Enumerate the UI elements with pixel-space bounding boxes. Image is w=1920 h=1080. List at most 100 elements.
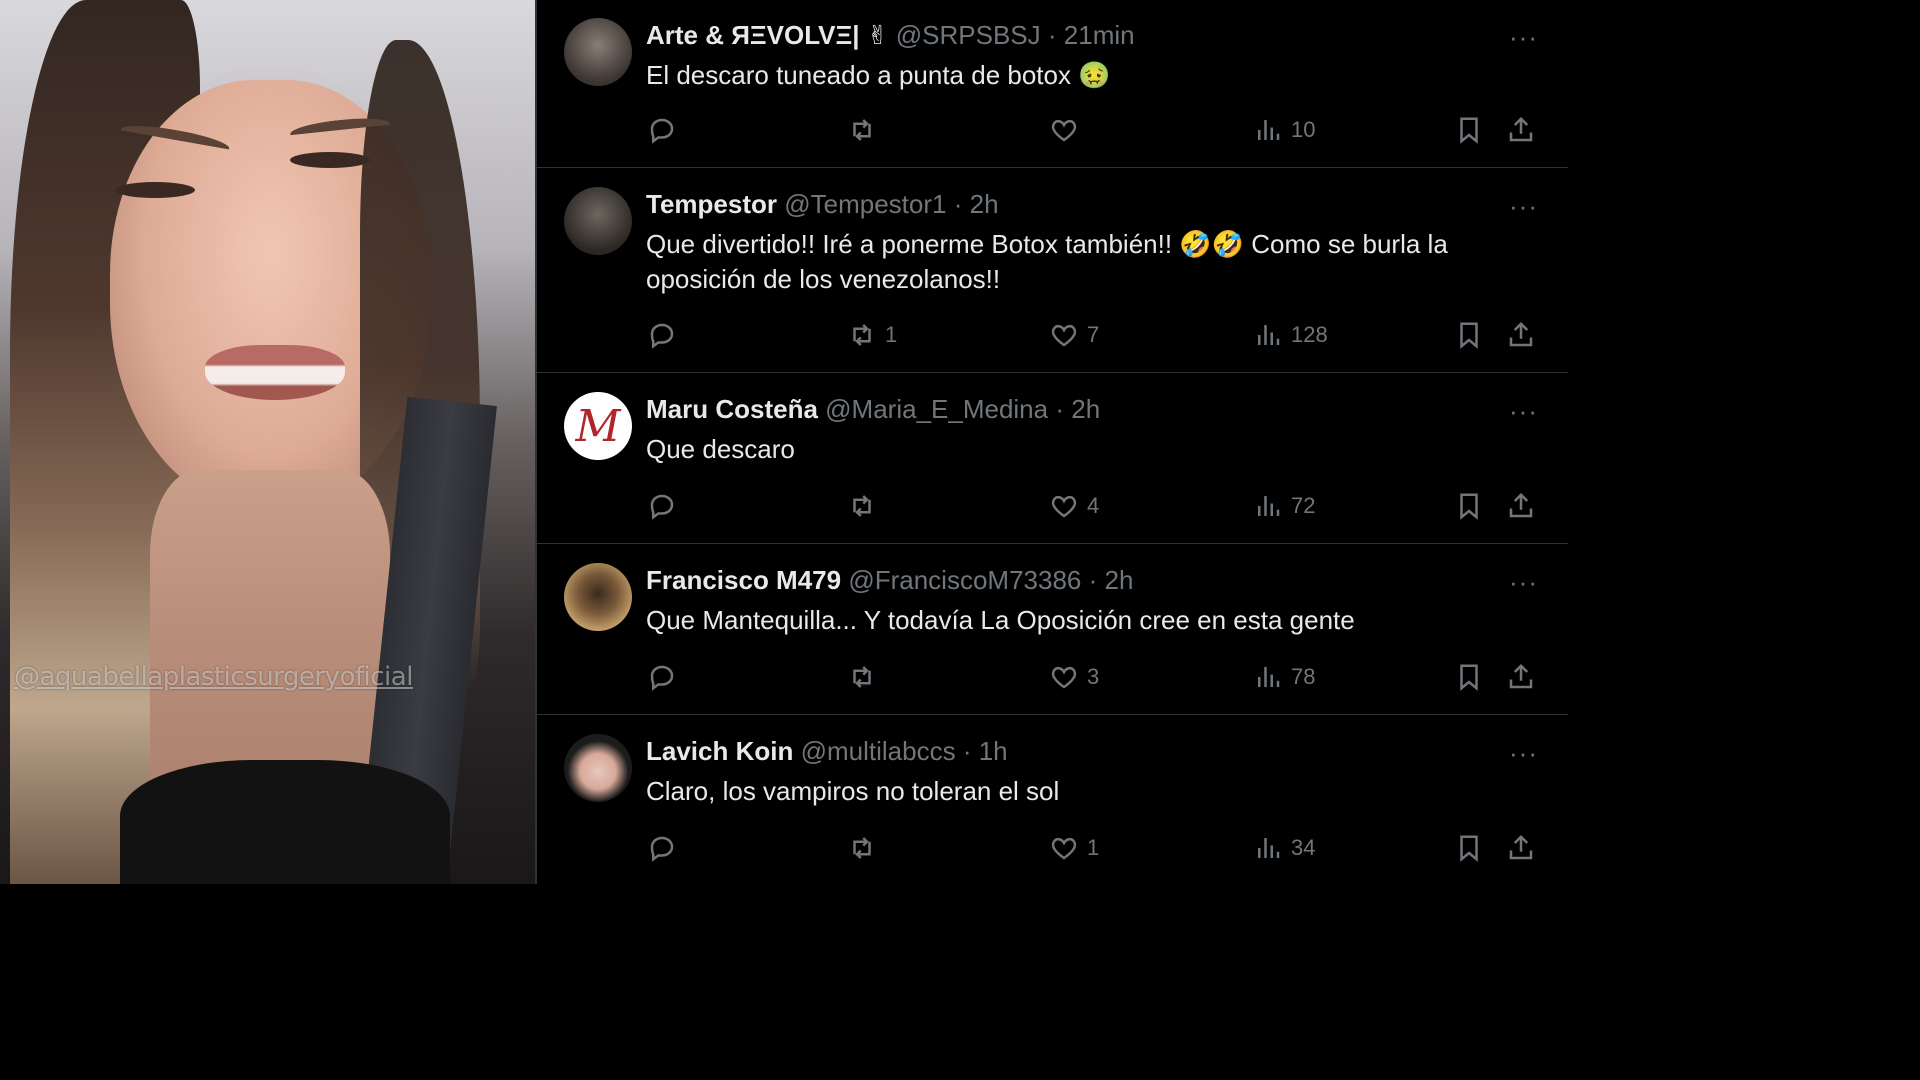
- views-button[interactable]: 34: [1253, 831, 1315, 865]
- heart-icon: [1051, 666, 1077, 689]
- bookmark-button[interactable]: [1454, 489, 1484, 523]
- video-frame[interactable]: @aquabellaplasticsurgeryoficial: [0, 0, 535, 884]
- views-button[interactable]: 128: [1253, 318, 1328, 352]
- like-count: 4: [1087, 493, 1100, 518]
- reply-item[interactable]: Francisco M479 @FranciscoM73386 · 2h ···…: [537, 545, 1568, 715]
- share-button[interactable]: [1506, 660, 1536, 694]
- views-count: 128: [1291, 322, 1328, 347]
- like-button[interactable]: 1: [1049, 831, 1099, 865]
- repost-icon: [853, 666, 871, 688]
- bookmark-button[interactable]: [1454, 660, 1484, 694]
- reply-button[interactable]: [647, 318, 685, 352]
- like-count: 7: [1087, 322, 1100, 347]
- share-icon: [1509, 663, 1533, 689]
- reply-header: Maru Costeña @Maria_E_Medina · 2h: [646, 394, 1100, 425]
- timestamp[interactable]: 1h: [979, 736, 1008, 766]
- author-name[interactable]: Lavich Koin: [646, 736, 793, 766]
- views-icon: [1258, 325, 1280, 345]
- more-options-icon[interactable]: ···: [1509, 738, 1538, 769]
- separator-dot: ·: [1047, 20, 1057, 50]
- reply-item[interactable]: Tempestor @Tempestor1 · 2h ··· Que diver…: [537, 169, 1568, 373]
- views-icon: [1258, 838, 1280, 858]
- like-button[interactable]: [1049, 113, 1087, 147]
- avatar[interactable]: [564, 563, 632, 631]
- bookmark-button[interactable]: [1454, 318, 1484, 352]
- views-icon: [1258, 120, 1280, 140]
- reply-list: Arte & ЯΞVOLVΞ| ✌ @SRPSBSJ · 21min ··· E…: [537, 0, 1568, 884]
- action-bar: 4 72: [537, 489, 1568, 523]
- like-button[interactable]: 7: [1049, 318, 1099, 352]
- bookmark-button[interactable]: [1454, 831, 1484, 865]
- repost-button[interactable]: 1: [847, 318, 897, 352]
- share-button[interactable]: [1506, 318, 1536, 352]
- like-button[interactable]: 4: [1049, 489, 1099, 523]
- timestamp[interactable]: 2h: [970, 189, 999, 219]
- bookmark-icon: [1460, 664, 1478, 691]
- avatar[interactable]: M: [564, 392, 632, 460]
- views-count: 34: [1291, 835, 1316, 860]
- like-button[interactable]: 3: [1049, 660, 1099, 694]
- timestamp[interactable]: 2h: [1105, 565, 1134, 595]
- reply-text: Que descaro: [646, 434, 795, 464]
- heart-icon: [1051, 324, 1077, 347]
- reply-button[interactable]: [647, 113, 685, 147]
- reply-item[interactable]: Arte & ЯΞVOLVΞ| ✌ @SRPSBSJ · 21min ··· E…: [537, 0, 1568, 168]
- views-button[interactable]: 78: [1253, 660, 1315, 694]
- share-icon: [1509, 492, 1533, 518]
- author-name[interactable]: Francisco M479: [646, 565, 841, 595]
- author-name[interactable]: Maru Costeña: [646, 394, 818, 424]
- bookmark-icon: [1460, 493, 1478, 520]
- reply-text: Que divertido!! Iré a ponerme Botox tamb…: [646, 229, 1448, 294]
- bookmark-icon: [1460, 117, 1478, 144]
- reply-button[interactable]: [647, 831, 685, 865]
- avatar[interactable]: [564, 734, 632, 802]
- separator-dot: ·: [953, 189, 963, 219]
- heart-icon: [1051, 837, 1077, 860]
- author-name[interactable]: Tempestor: [646, 189, 777, 219]
- more-options-icon[interactable]: ···: [1509, 191, 1538, 222]
- views-button[interactable]: 72: [1253, 489, 1315, 523]
- more-options-icon[interactable]: ···: [1509, 396, 1538, 427]
- repost-button[interactable]: [847, 831, 885, 865]
- heart-icon: [1051, 495, 1077, 518]
- heart-icon: [1051, 119, 1077, 142]
- repost-button[interactable]: [847, 489, 885, 523]
- author-handle[interactable]: @multilabccs: [801, 736, 956, 766]
- more-options-icon[interactable]: ···: [1509, 22, 1538, 53]
- reply-header: Tempestor @Tempestor1 · 2h: [646, 189, 999, 220]
- reply-button[interactable]: [647, 660, 685, 694]
- mouth-shape: [205, 345, 345, 400]
- share-button[interactable]: [1506, 831, 1536, 865]
- repost-icon: [853, 324, 871, 346]
- share-button[interactable]: [1506, 489, 1536, 523]
- author-handle[interactable]: @FranciscoM73386: [848, 565, 1081, 595]
- reply-item[interactable]: Lavich Koin @multilabccs · 1h ··· Claro,…: [537, 716, 1568, 884]
- avatar[interactable]: [564, 18, 632, 86]
- timestamp[interactable]: 2h: [1071, 394, 1100, 424]
- bookmark-icon: [1460, 835, 1478, 862]
- reply-item[interactable]: M Maru Costeña @Maria_E_Medina · 2h ··· …: [537, 374, 1568, 544]
- like-count: 3: [1087, 664, 1100, 689]
- repost-icon: [853, 837, 871, 859]
- eye-left: [115, 182, 195, 198]
- separator-dot: ·: [1055, 394, 1065, 424]
- separator-dot: ·: [1088, 565, 1098, 595]
- bookmark-button[interactable]: [1454, 113, 1484, 147]
- action-bar: 1 34: [537, 831, 1568, 865]
- reply-header: Lavich Koin @multilabccs · 1h: [646, 736, 1008, 767]
- timestamp[interactable]: 21min: [1064, 20, 1135, 50]
- reply-icon: [650, 836, 674, 862]
- repost-button[interactable]: [847, 660, 885, 694]
- share-button[interactable]: [1506, 113, 1536, 147]
- action-bar: 10: [537, 113, 1568, 147]
- more-options-icon[interactable]: ···: [1509, 567, 1538, 598]
- author-handle[interactable]: @SRPSBSJ: [896, 20, 1041, 50]
- views-button[interactable]: 10: [1253, 113, 1315, 147]
- author-name[interactable]: Arte & ЯΞVOLVΞ| ✌: [646, 20, 889, 50]
- reply-header: Arte & ЯΞVOLVΞ| ✌ @SRPSBSJ · 21min: [646, 20, 1135, 51]
- author-handle[interactable]: @Maria_E_Medina: [825, 394, 1048, 424]
- reply-button[interactable]: [647, 489, 685, 523]
- author-handle[interactable]: @Tempestor1: [784, 189, 946, 219]
- repost-button[interactable]: [847, 113, 885, 147]
- avatar[interactable]: [564, 187, 632, 255]
